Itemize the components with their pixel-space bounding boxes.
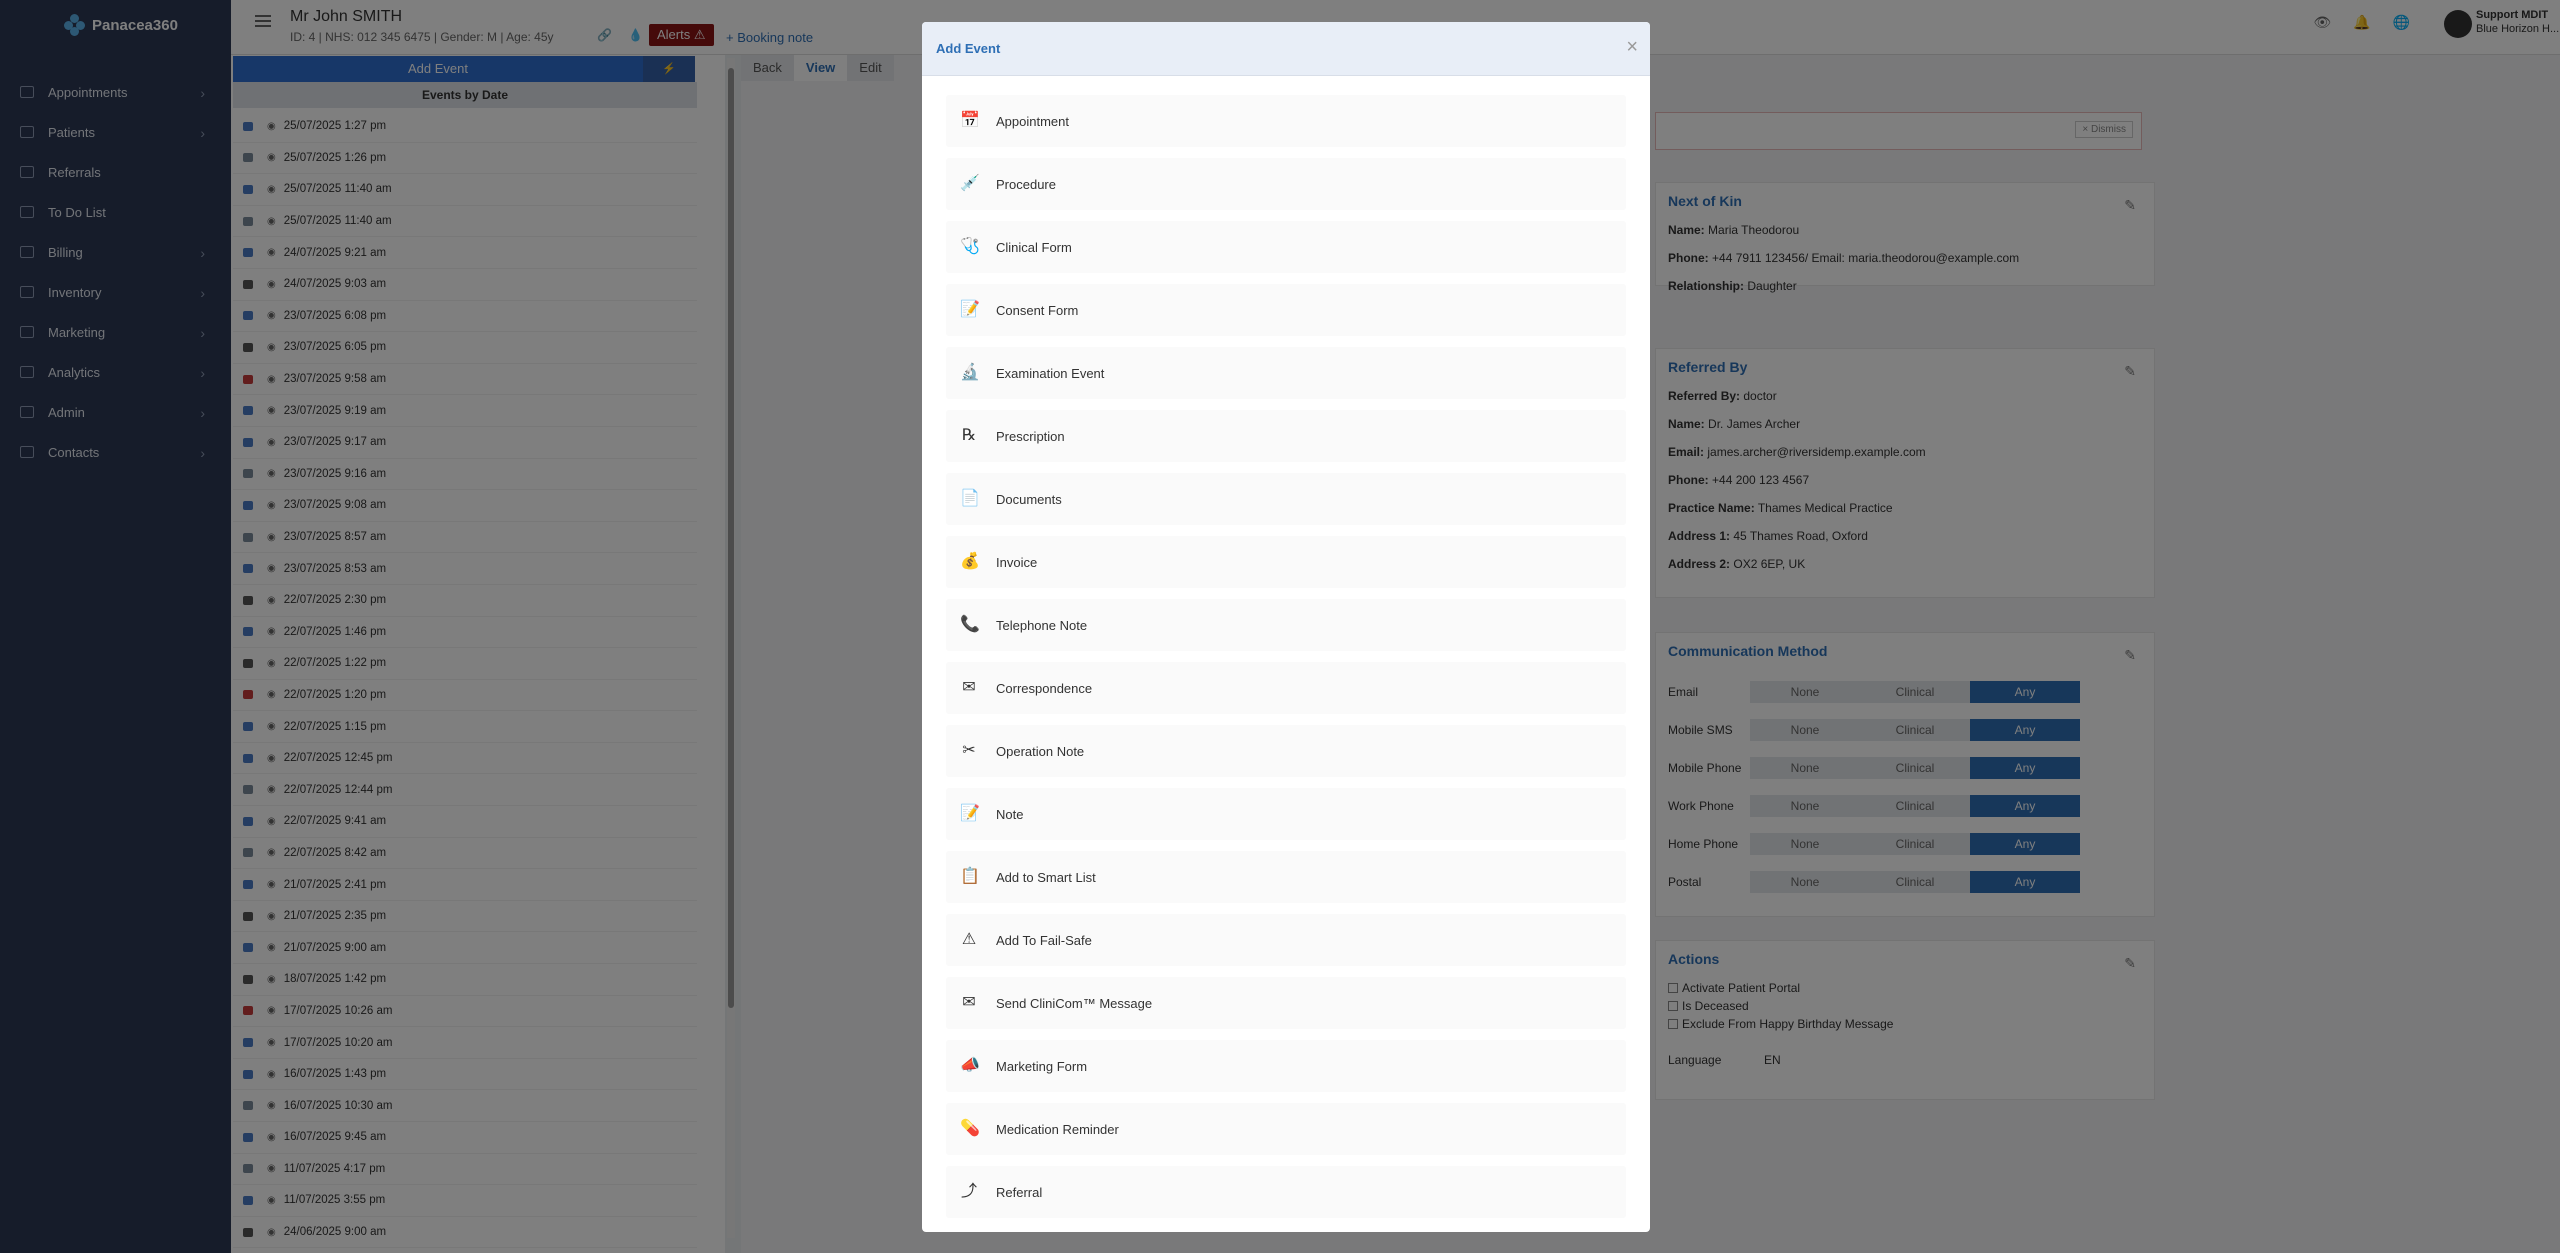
event-type-examination-event[interactable]: 🔬 Examination Event bbox=[946, 347, 1626, 399]
microscope-icon: 🔬 bbox=[960, 364, 980, 381]
referral-icon: ⤴ bbox=[960, 1183, 977, 1200]
event-type-label: Appointment bbox=[996, 113, 1069, 129]
event-type-note[interactable]: 📝 Note bbox=[946, 788, 1626, 840]
event-type-clinical-form[interactable]: 🩺 Clinical Form bbox=[946, 221, 1626, 273]
event-type-appointment[interactable]: 📅 Appointment bbox=[946, 95, 1626, 147]
event-type-add-to-smart-list[interactable]: 📋 Add to Smart List bbox=[946, 851, 1626, 903]
megaphone-icon: 📣 bbox=[960, 1057, 980, 1074]
event-type-label: Medication Reminder bbox=[996, 1121, 1119, 1137]
event-type-label: Send CliniCom™ Message bbox=[996, 995, 1153, 1011]
event-type-label: Correspondence bbox=[996, 680, 1093, 696]
pill-icon: 💊 bbox=[960, 1120, 980, 1137]
event-type-list: 📅 Appointment 💉 Procedure 🩺 Clinical Form 📝 Con… bbox=[946, 95, 1626, 1229]
event-type-prescription[interactable]: ℞ Prescription bbox=[946, 410, 1626, 462]
event-type-label: Add To Fail-Safe bbox=[996, 932, 1092, 948]
consent-form-icon: 📝 bbox=[960, 301, 980, 318]
calendar-icon: 📅 bbox=[960, 112, 980, 129]
stethoscope-icon: 🩺 bbox=[960, 238, 980, 255]
event-type-label: Examination Event bbox=[996, 365, 1105, 381]
event-type-documents[interactable]: 📄 Documents bbox=[946, 473, 1626, 525]
event-type-label: Add to Smart List bbox=[996, 869, 1096, 885]
message-icon: ✉ bbox=[962, 994, 976, 1011]
event-type-add-to-fail-safe[interactable]: ⚠ Add To Fail-Safe bbox=[946, 914, 1626, 966]
procedure-icon: 💉 bbox=[960, 175, 980, 192]
telephone-icon: 📞 bbox=[960, 616, 980, 633]
event-type-label: Marketing Form bbox=[996, 1058, 1088, 1074]
event-type-operation-note[interactable]: ✂ Operation Note bbox=[946, 725, 1626, 777]
event-type-telephone-note[interactable]: 📞 Telephone Note bbox=[946, 599, 1626, 651]
event-type-label: Documents bbox=[996, 491, 1062, 507]
event-type-invoice[interactable]: 💰 Invoice bbox=[946, 536, 1626, 588]
money-bag-icon: 💰 bbox=[960, 553, 980, 570]
note-icon: 📝 bbox=[960, 805, 980, 822]
event-type-consent-form[interactable]: 📝 Consent Form bbox=[946, 284, 1626, 336]
modal-title: Add Event bbox=[936, 41, 1001, 56]
document-icon: 📄 bbox=[960, 490, 980, 507]
warning-icon: ⚠ bbox=[961, 931, 977, 948]
event-type-send-clinicom-message[interactable]: ✉ Send CliniCom™ Message bbox=[946, 977, 1626, 1029]
event-type-label: Referral bbox=[996, 1184, 1043, 1200]
prescription-icon: ℞ bbox=[961, 427, 977, 444]
close-icon[interactable]: × bbox=[1626, 36, 1638, 59]
event-type-label: Consent Form bbox=[996, 302, 1079, 318]
event-type-label: Operation Note bbox=[996, 743, 1085, 759]
event-type-referral[interactable]: ⤴ Referral bbox=[946, 1166, 1626, 1218]
event-type-label: Procedure bbox=[996, 176, 1056, 192]
event-type-marketing-form[interactable]: 📣 Marketing Form bbox=[946, 1040, 1626, 1092]
scissors-icon: ✂ bbox=[962, 742, 976, 759]
event-type-label: Clinical Form bbox=[996, 239, 1072, 255]
event-type-label: Invoice bbox=[996, 554, 1038, 570]
event-type-correspondence[interactable]: ✉ Correspondence bbox=[946, 662, 1626, 714]
event-type-procedure[interactable]: 💉 Procedure bbox=[946, 158, 1626, 210]
clipboard-icon: 📋 bbox=[960, 868, 980, 885]
event-type-label: Telephone Note bbox=[996, 617, 1088, 633]
modal-header: Add Event × bbox=[922, 22, 1650, 76]
correspondence-icon: ✉ bbox=[962, 679, 976, 696]
event-type-medication-reminder[interactable]: 💊 Medication Reminder bbox=[946, 1103, 1626, 1155]
event-type-label: Note bbox=[996, 806, 1024, 822]
event-type-label: Prescription bbox=[996, 428, 1065, 444]
add-event-modal: Add Event × 📅 Appointment 💉 Procedure 🩺 Clini… bbox=[922, 22, 1650, 1232]
